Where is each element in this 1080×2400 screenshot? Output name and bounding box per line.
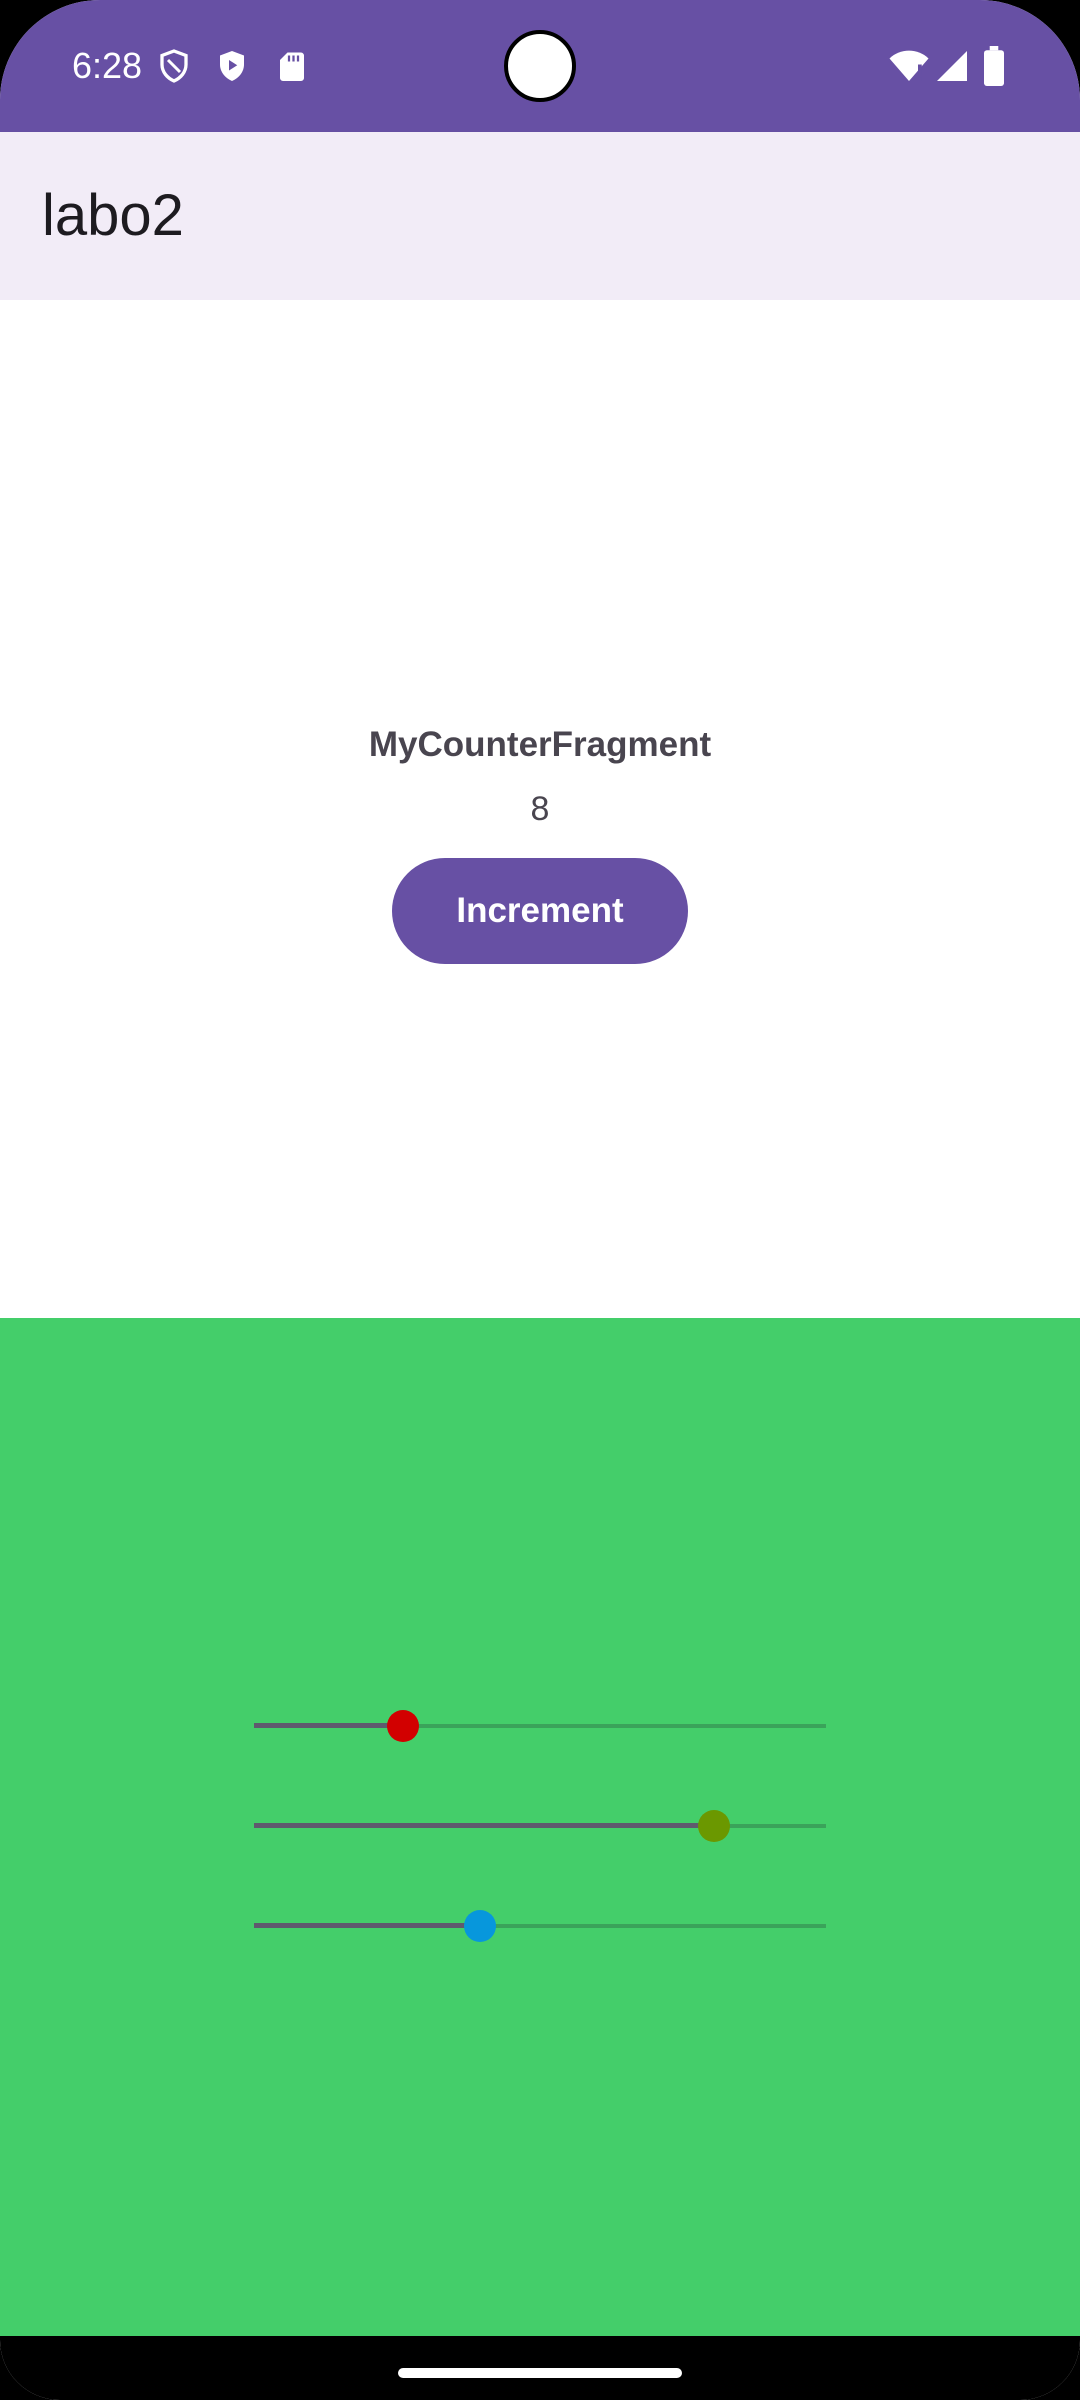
app-bar: labo2 bbox=[0, 132, 1080, 300]
home-gesture-handle[interactable] bbox=[398, 2368, 682, 2378]
counter-fragment: MyCounterFragment 8 Increment bbox=[0, 300, 1080, 1318]
signal-icon bbox=[937, 51, 967, 81]
app-title: labo2 bbox=[42, 183, 184, 248]
slider-active-track bbox=[254, 1823, 714, 1828]
fragment-label: MyCounterFragment bbox=[368, 725, 712, 764]
increment-button[interactable]: Increment bbox=[392, 858, 688, 964]
blue-slider[interactable] bbox=[254, 1896, 826, 1956]
slider-thumb[interactable] bbox=[698, 1810, 730, 1842]
status-time: 6:28 bbox=[72, 45, 143, 86]
slider-active-track bbox=[254, 1723, 403, 1728]
navigation-bar bbox=[0, 2336, 1080, 2400]
battery-icon bbox=[984, 46, 1004, 86]
shield-outline-icon bbox=[160, 49, 188, 83]
wifi-icon bbox=[889, 50, 929, 81]
play-protect-icon bbox=[220, 51, 244, 81]
counter-value: 8 bbox=[530, 790, 550, 828]
sd-card-icon bbox=[280, 52, 304, 81]
status-bar: 6:28 bbox=[0, 0, 1080, 132]
phone-screen: 6:28 labo2 MyCounterFragment 8 Increment bbox=[0, 0, 1080, 2400]
red-slider[interactable] bbox=[254, 1696, 826, 1756]
slider-active-track bbox=[254, 1923, 480, 1928]
slider-thumb[interactable] bbox=[387, 1710, 419, 1742]
green-slider[interactable] bbox=[254, 1796, 826, 1856]
color-slider-fragment bbox=[0, 1318, 1080, 2336]
slider-thumb[interactable] bbox=[464, 1910, 496, 1942]
camera-cutout bbox=[504, 30, 576, 102]
